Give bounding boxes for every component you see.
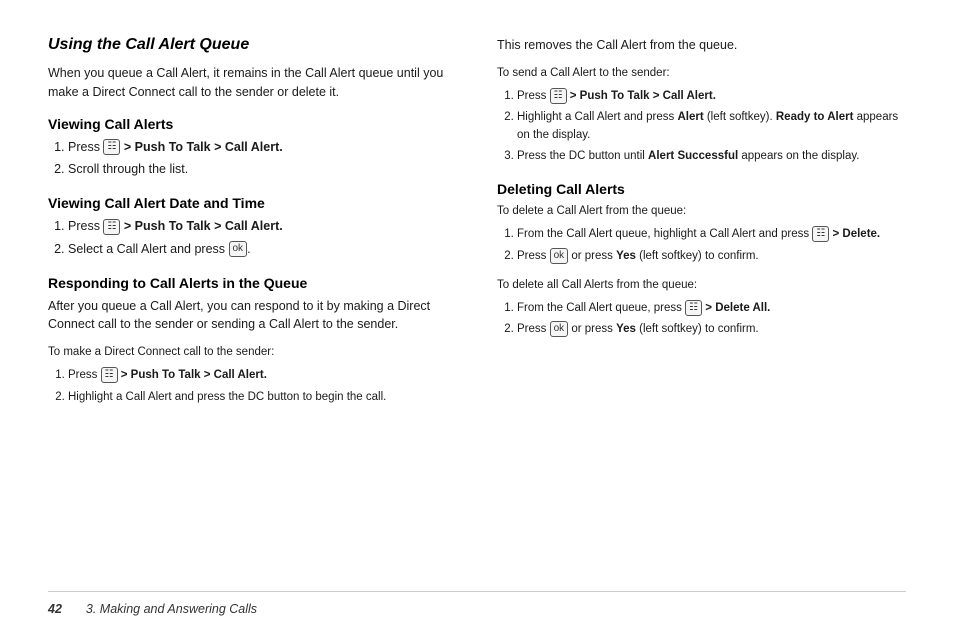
list-delete: From the Call Alert queue, highlight a C… <box>497 226 906 269</box>
menu-icon: ☷ <box>685 300 702 316</box>
page-number: 42 <box>48 602 62 616</box>
ok-icon: ok <box>550 321 569 337</box>
ok-icon: ok <box>550 248 569 264</box>
page: Using the Call Alert Queue When you queu… <box>0 0 954 636</box>
list-dc-call: Press ☷ > Push To Talk > Call Alert. Hig… <box>48 367 457 410</box>
list-item: Press ok or press Yes (left softkey) to … <box>517 248 906 265</box>
ok-icon: ok <box>229 241 248 257</box>
heading-viewing-alerts: Viewing Call Alerts <box>48 116 457 132</box>
menu-icon: ☷ <box>101 367 118 383</box>
list-item: From the Call Alert queue, highlight a C… <box>517 226 906 243</box>
list-item: Highlight a Call Alert and press Alert (… <box>517 109 906 144</box>
list-item: Press ☷ > Push To Talk > Call Alert. <box>517 88 906 105</box>
chapter-title: 3. Making and Answering Calls <box>86 602 257 616</box>
heading-date-time: Viewing Call Alert Date and Time <box>48 195 457 211</box>
heading-deleting: Deleting Call Alerts <box>497 181 906 197</box>
responding-body: After you queue a Call Alert, you can re… <box>48 297 457 335</box>
delete-subheading: To delete a Call Alert from the queue: <box>497 203 906 220</box>
list-item: From the Call Alert queue, press ☷ > Del… <box>517 300 906 317</box>
list-item: Press ☷ > Push To Talk > Call Alert. <box>68 367 457 384</box>
list-send-alert: Press ☷ > Push To Talk > Call Alert. Hig… <box>497 88 906 169</box>
list-date-time: Press ☷ > Push To Talk > Call Alert. Sel… <box>48 217 457 263</box>
send-alert-subheading: To send a Call Alert to the sender: <box>497 65 906 82</box>
list-item: Press ☷ > Push To Talk > Call Alert. <box>68 138 457 157</box>
section-title: Using the Call Alert Queue <box>48 36 457 54</box>
list-item: Press ☷ > Push To Talk > Call Alert. <box>68 217 457 236</box>
menu-icon: ☷ <box>103 219 120 235</box>
menu-icon: ☷ <box>550 88 567 104</box>
footer: 42 3. Making and Answering Calls <box>48 591 906 616</box>
dc-call-subheading: To make a Direct Connect call to the sen… <box>48 344 457 361</box>
list-item: Highlight a Call Alert and press the DC … <box>68 389 457 406</box>
list-delete-all: From the Call Alert queue, press ☷ > Del… <box>497 300 906 343</box>
left-column: Using the Call Alert Queue When you queu… <box>48 36 457 591</box>
intro-text: When you queue a Call Alert, it remains … <box>48 64 457 102</box>
list-viewing-alerts: Press ☷ > Push To Talk > Call Alert. Scr… <box>48 138 457 184</box>
heading-responding: Responding to Call Alerts in the Queue <box>48 275 457 291</box>
list-item: Select a Call Alert and press ok. <box>68 240 457 259</box>
removes-text: This removes the Call Alert from the que… <box>497 36 906 55</box>
list-item: Scroll through the list. <box>68 160 457 179</box>
menu-icon: ☷ <box>812 226 829 242</box>
list-item: Press ok or press Yes (left softkey) to … <box>517 321 906 338</box>
delete-all-subheading: To delete all Call Alerts from the queue… <box>497 277 906 294</box>
list-item: Press the DC button until Alert Successf… <box>517 148 906 165</box>
right-column: This removes the Call Alert from the que… <box>497 36 906 591</box>
menu-icon: ☷ <box>103 139 120 155</box>
